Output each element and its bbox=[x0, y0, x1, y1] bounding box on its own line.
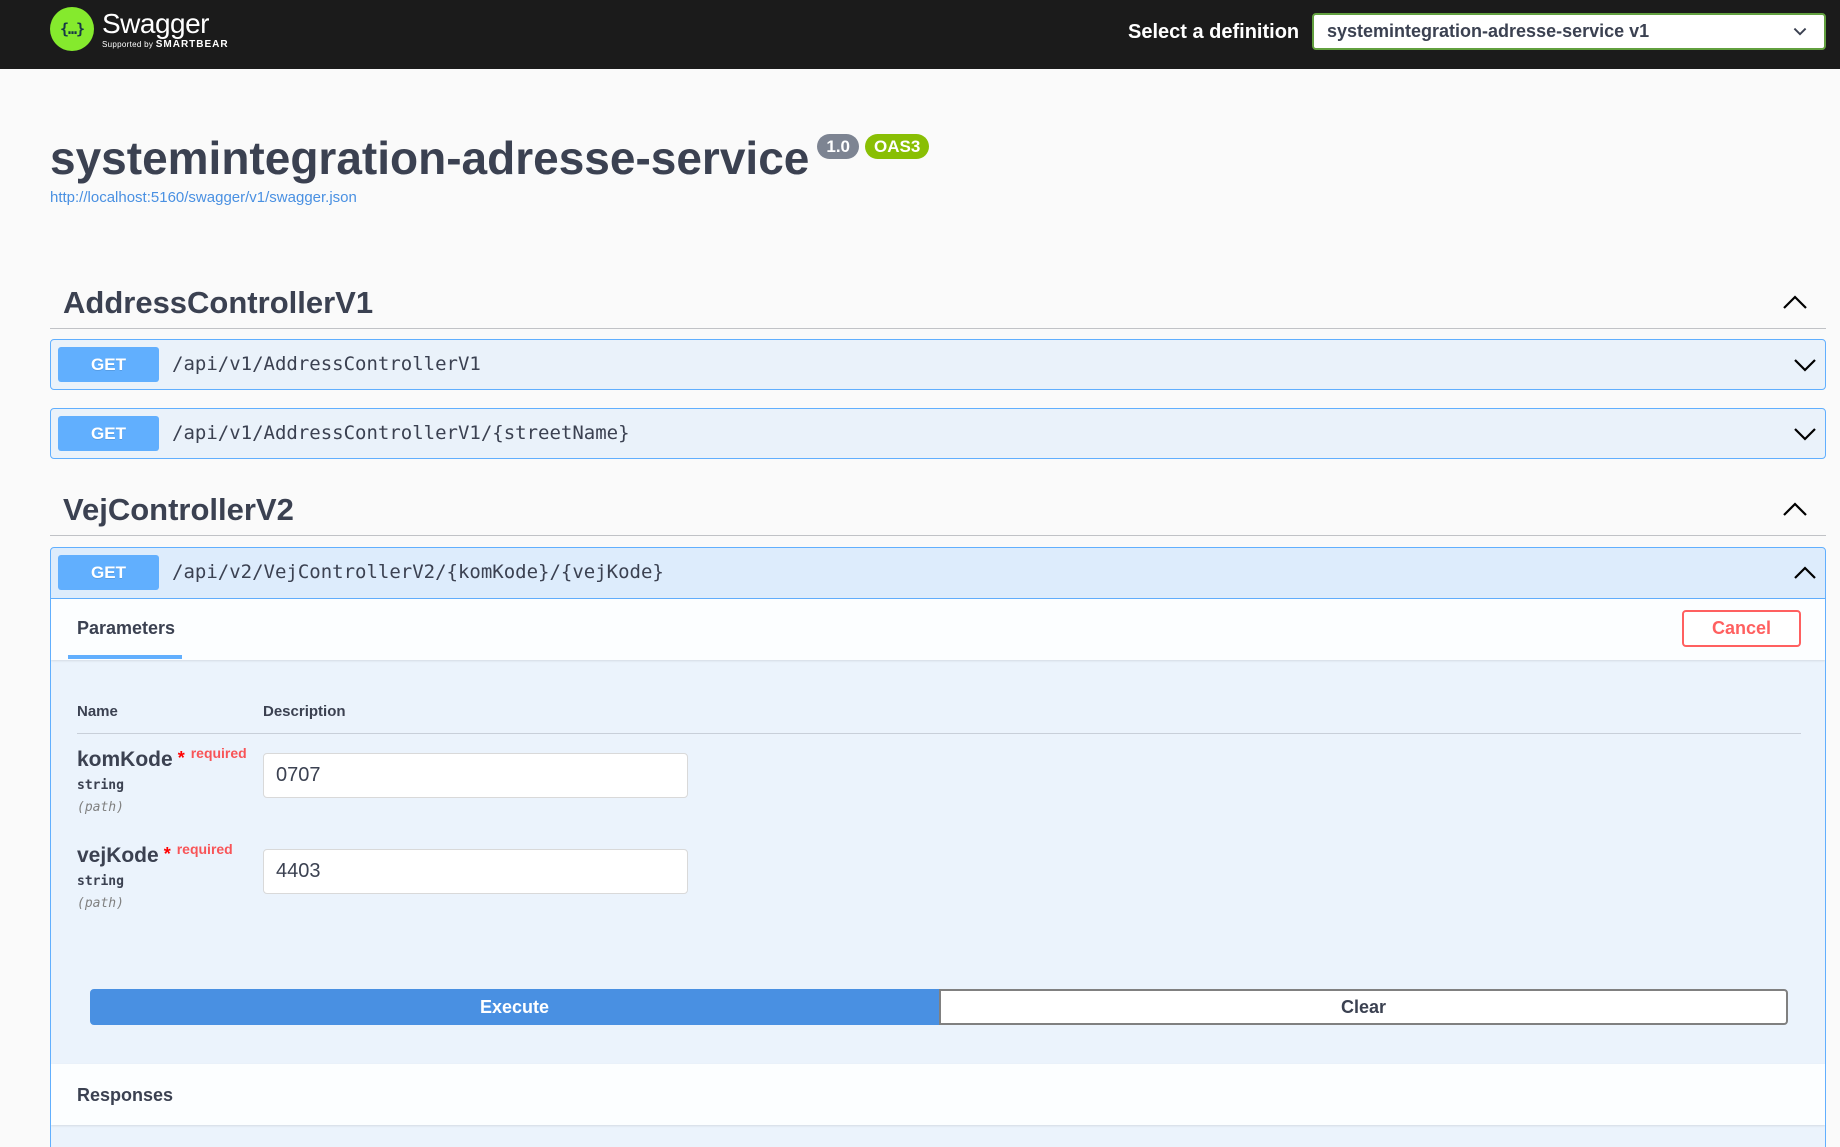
chevron-down-icon bbox=[1793, 27, 1807, 36]
parameters-header: Parameters Cancel bbox=[51, 599, 1825, 660]
komkode-input[interactable] bbox=[263, 753, 688, 798]
tag-section-addresscontrollerv1[interactable]: AddressControllerV1 bbox=[50, 277, 1826, 329]
parameter-name: vejKode * required bbox=[77, 841, 233, 868]
responses-header: Responses bbox=[51, 1064, 1825, 1125]
version-badge: 1.0 bbox=[817, 134, 859, 159]
parameter-komkode: komKode * required string (path) bbox=[77, 745, 247, 816]
operation-get-addresscontrollerv1-streetname[interactable]: GET /api/v1/AddressControllerV1/{streetN… bbox=[50, 408, 1826, 459]
operation-get-vejcontrollerv2-expanded: GET /api/v2/VejControllerV2/{komKode}/{v… bbox=[50, 547, 1826, 1147]
execute-button-group: Execute Clear bbox=[90, 989, 1788, 1025]
definition-label: Select a definition bbox=[1128, 21, 1300, 43]
method-badge: GET bbox=[58, 347, 159, 382]
chevron-down-icon[interactable] bbox=[1793, 355, 1817, 375]
parameter-name-text: vejKode bbox=[77, 844, 159, 867]
topbar: {…} Swagger Supported by SMARTBEAR Selec… bbox=[0, 0, 1840, 69]
required-star: * bbox=[177, 748, 185, 768]
spec-url-link[interactable]: http://localhost:5160/swagger/v1/swagger… bbox=[50, 189, 357, 207]
parameter-location: (path) bbox=[77, 800, 124, 815]
execute-button[interactable]: Execute bbox=[90, 989, 939, 1025]
chevron-up-icon[interactable] bbox=[1793, 563, 1817, 583]
chevron-up-icon[interactable] bbox=[1782, 499, 1808, 519]
method-badge: GET bbox=[58, 555, 159, 590]
logo-company: SMARTBEAR bbox=[155, 38, 229, 50]
definition-selected-value: systemintegration-adresse-service v1 bbox=[1327, 21, 1650, 41]
chevron-down-icon[interactable] bbox=[1793, 424, 1817, 444]
swagger-logo[interactable]: {…} Swagger Supported by SMARTBEAR bbox=[50, 7, 229, 51]
logo-text: Swagger Supported by SMARTBEAR bbox=[102, 7, 229, 50]
page-title: systemintegration-adresse-service bbox=[50, 132, 810, 184]
required-label: required bbox=[176, 841, 233, 857]
parameter-name: komKode * required bbox=[77, 745, 247, 772]
logo-name: Swagger bbox=[102, 7, 210, 39]
parameter-type: string bbox=[77, 874, 124, 889]
chevron-up-icon[interactable] bbox=[1782, 292, 1808, 312]
operation-path: /api/v1/AddressControllerV1 bbox=[172, 353, 481, 375]
tab-active-indicator bbox=[68, 655, 182, 659]
definition-select[interactable]: systemintegration-adresse-service v1 bbox=[1312, 13, 1826, 50]
parameter-location: (path) bbox=[77, 896, 124, 911]
logo-supported: Supported by bbox=[102, 39, 154, 49]
tag-name: AddressControllerV1 bbox=[63, 285, 374, 320]
responses-title: Responses bbox=[77, 1085, 174, 1105]
logo-subtitle: Supported by SMARTBEAR bbox=[102, 38, 229, 50]
operation-get-addresscontrollerv1[interactable]: GET /api/v1/AddressControllerV1 bbox=[50, 339, 1826, 390]
operation-path: /api/v1/AddressControllerV1/{streetName} bbox=[172, 422, 630, 444]
info-title-row: systemintegration-adresse-service 1.0 OA… bbox=[50, 130, 930, 186]
swagger-logo-icon: {…} bbox=[50, 7, 94, 51]
tag-section-vejcontrollerv2[interactable]: VejControllerV2 bbox=[50, 484, 1826, 536]
parameter-type: string bbox=[77, 778, 124, 793]
column-header-description: Description bbox=[263, 703, 346, 720]
parameter-name-text: komKode bbox=[77, 748, 173, 771]
operation-path: /api/v2/VejControllerV2/{komKode}/{vejKo… bbox=[172, 561, 664, 583]
vejkode-input[interactable] bbox=[263, 849, 688, 894]
clear-button[interactable]: Clear bbox=[939, 989, 1788, 1025]
column-header-name: Name bbox=[77, 703, 118, 720]
parameter-vejkode: vejKode * required string (path) bbox=[77, 841, 233, 912]
method-badge: GET bbox=[58, 416, 159, 451]
cancel-button[interactable]: Cancel bbox=[1682, 610, 1801, 647]
operation-summary[interactable]: GET /api/v2/VejControllerV2/{komKode}/{v… bbox=[51, 548, 1825, 599]
divider bbox=[77, 733, 1801, 734]
tab-parameters[interactable]: Parameters bbox=[77, 617, 175, 639]
required-label: required bbox=[190, 745, 247, 761]
oas-badge: OAS3 bbox=[865, 134, 930, 159]
tag-name: VejControllerV2 bbox=[63, 492, 294, 527]
required-star: * bbox=[163, 844, 171, 864]
